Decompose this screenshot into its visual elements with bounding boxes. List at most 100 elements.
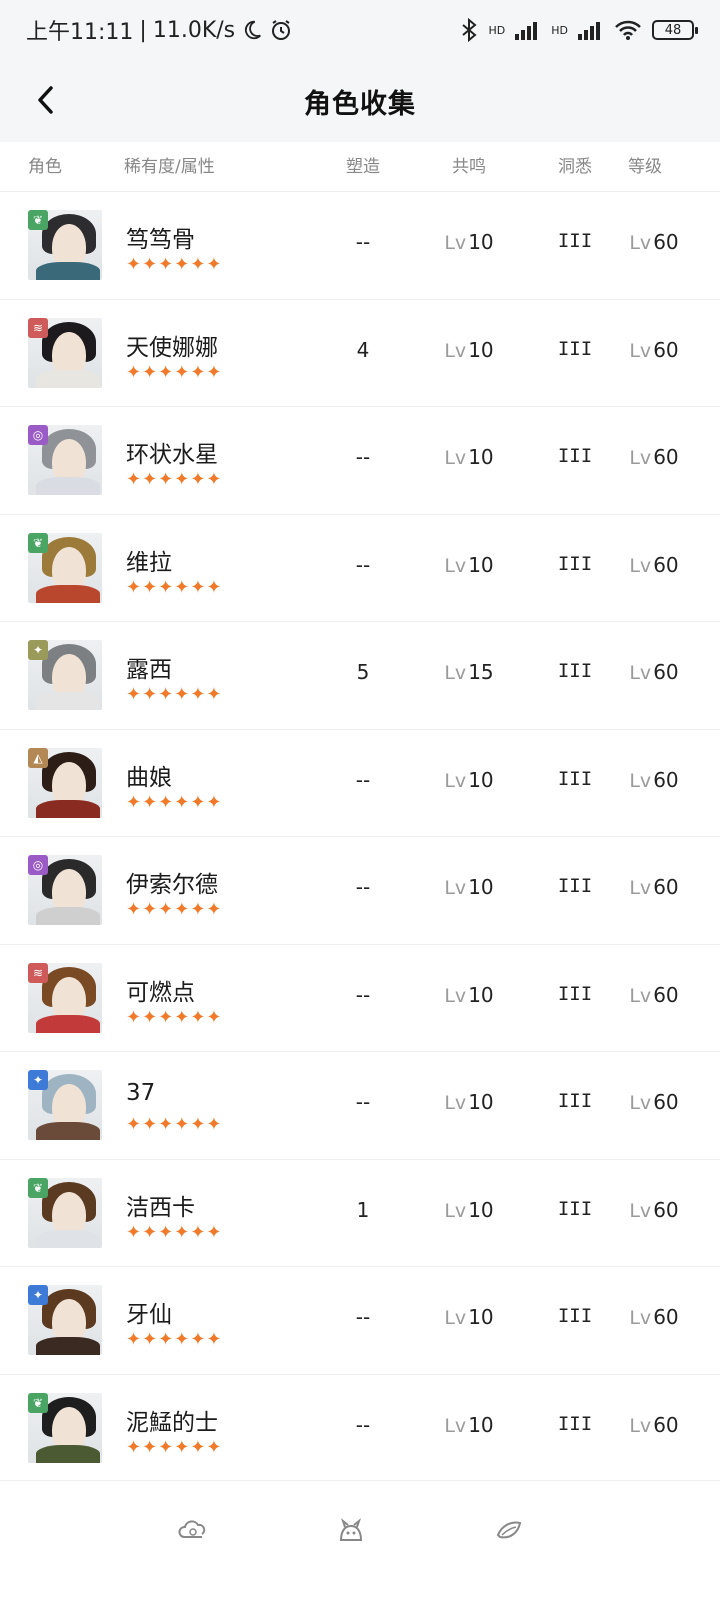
- status-left: 上午11:11 | 11.0K/s: [26, 14, 293, 46]
- status-bar: 上午11:11 | 11.0K/s HD HD 48: [0, 0, 720, 60]
- character-row[interactable]: ✦ 牙仙 ✦✦✦✦✦✦ -- Lv 10 III Lv 60: [0, 1267, 720, 1375]
- shape-value: 1: [356, 1197, 370, 1222]
- character-row[interactable]: ❦ 泥鯭的士 ✦✦✦✦✦✦ -- Lv 10 III Lv 60: [0, 1375, 720, 1482]
- status-time: 上午11:11: [26, 20, 134, 45]
- chevron-left-icon: [38, 86, 53, 114]
- avatar-clothing: [36, 1444, 100, 1463]
- resonance-number: 10: [468, 982, 494, 1007]
- resonance-prefix: Lv: [444, 554, 467, 577]
- character-avatar[interactable]: ≋: [28, 962, 102, 1033]
- insight-value: III: [557, 230, 593, 252]
- level-number: 60: [653, 230, 679, 254]
- character-row[interactable]: ❦ 洁西卡 ✦✦✦✦✦✦ 1 Lv 10 III Lv 60: [0, 1160, 720, 1267]
- column-resonance[interactable]: 共鸣: [452, 152, 486, 177]
- character-avatar[interactable]: ❦: [28, 1177, 102, 1248]
- rarity-stars: ✦✦✦✦✦✦: [126, 576, 223, 598]
- back-button[interactable]: [28, 82, 64, 118]
- cloud-icon[interactable]: [176, 1513, 210, 1547]
- character-row[interactable]: ◭ 曲娘 ✦✦✦✦✦✦ -- Lv 10 III Lv 60: [0, 730, 720, 837]
- character-avatar[interactable]: ≋: [28, 317, 102, 388]
- character-row[interactable]: ◎ 环状水星 ✦✦✦✦✦✦ -- Lv 10 III Lv 60: [0, 407, 720, 515]
- resonance-prefix: Lv: [444, 984, 467, 1007]
- level-number: 60: [653, 660, 679, 684]
- creature-icon[interactable]: [334, 1513, 368, 1547]
- avatar-clothing: [36, 1337, 100, 1355]
- character-row[interactable]: ✦ 37 ✦✦✦✦✦✦ -- Lv 10 III Lv 60: [0, 1052, 720, 1160]
- shape-value: 4: [356, 337, 370, 362]
- rarity-stars: ✦✦✦✦✦✦: [126, 1114, 223, 1135]
- character-name: 洁西卡: [126, 1194, 195, 1221]
- level-number: 60: [653, 1305, 679, 1329]
- rarity-stars: ✦✦✦✦✦✦: [126, 791, 223, 813]
- character-row[interactable]: ❦ 笃笃骨 ✦✦✦✦✦✦ -- Lv 10 III Lv 60: [0, 192, 720, 300]
- leaf-icon[interactable]: [492, 1513, 526, 1547]
- insight-value: III: [557, 875, 593, 897]
- level-value: Lv 60: [615, 553, 693, 577]
- level-value: Lv 60: [615, 1413, 693, 1437]
- signal-icon-2: [578, 22, 600, 40]
- signal-hd-label-1: HD: [488, 23, 506, 37]
- avatar-clothing: [36, 1122, 100, 1140]
- character-row[interactable]: ❦ 维拉 ✦✦✦✦✦✦ -- Lv 10 III Lv 60: [0, 515, 720, 622]
- character-avatar[interactable]: ◎: [28, 425, 102, 495]
- avatar-clothing: [36, 907, 100, 925]
- level-number: 60: [653, 552, 679, 577]
- attribute-star-icon: ✦: [28, 1285, 48, 1305]
- attribute-plant-icon: ❦: [28, 532, 48, 553]
- resonance-prefix: Lv: [444, 1414, 467, 1437]
- character-row[interactable]: ≋ 天使娜娜 ✦✦✦✦✦✦ 4 Lv 10 III Lv 60: [0, 300, 720, 407]
- resonance-number: 10: [468, 767, 494, 792]
- column-insight[interactable]: 洞悉: [558, 152, 592, 177]
- character-avatar[interactable]: ✦: [28, 1285, 102, 1355]
- resonance-value: Lv 10: [430, 768, 508, 792]
- resonance-prefix: Lv: [444, 662, 467, 684]
- column-level[interactable]: 等级: [628, 152, 662, 177]
- character-avatar[interactable]: ◎: [28, 855, 102, 925]
- attribute-star-icon: ✦: [28, 640, 48, 660]
- level-number: 60: [653, 767, 679, 792]
- resonance-number: 10: [468, 1197, 494, 1222]
- insight-value: III: [557, 1412, 593, 1435]
- resonance-value: Lv 10: [430, 875, 508, 899]
- rarity-stars: ✦✦✦✦✦✦: [126, 899, 223, 920]
- character-avatar[interactable]: ✦: [28, 1070, 102, 1140]
- column-shape[interactable]: 塑造: [346, 152, 380, 177]
- insight-value: III: [557, 1197, 593, 1220]
- avatar-clothing: [36, 477, 100, 495]
- character-name: 可燃点: [126, 979, 195, 1006]
- character-avatar[interactable]: ◭: [28, 747, 102, 818]
- character-avatar[interactable]: ❦: [28, 210, 102, 280]
- resonance-value: Lv 10: [430, 1305, 508, 1329]
- level-prefix: Lv: [629, 339, 652, 362]
- character-avatar[interactable]: ✦: [28, 640, 102, 710]
- level-value: Lv 60: [615, 1090, 693, 1114]
- level-value: Lv 60: [615, 768, 693, 792]
- character-row[interactable]: ◎ 伊索尔德 ✦✦✦✦✦✦ -- Lv 10 III Lv 60: [0, 837, 720, 945]
- character-name: 伊索尔德: [126, 872, 218, 898]
- level-value: Lv 60: [615, 983, 693, 1007]
- level-value: Lv 60: [615, 338, 693, 362]
- character-row[interactable]: ✦ 露西 ✦✦✦✦✦✦ 5 Lv 15 III Lv 60: [0, 622, 720, 730]
- insight-value: III: [557, 1305, 593, 1327]
- attribute-plant-icon: ❦: [28, 210, 48, 230]
- character-avatar[interactable]: ❦: [28, 1392, 102, 1463]
- rarity-stars: ✦✦✦✦✦✦: [126, 1436, 223, 1458]
- shape-value: --: [355, 1090, 371, 1114]
- rarity-stars: ✦✦✦✦✦✦: [126, 684, 223, 705]
- character-avatar[interactable]: ❦: [28, 532, 102, 603]
- level-prefix: Lv: [629, 662, 652, 684]
- rarity-stars: ✦✦✦✦✦✦: [126, 1006, 223, 1028]
- resonance-value: Lv 10: [430, 1090, 508, 1114]
- level-prefix: Lv: [629, 877, 652, 899]
- insight-value: III: [557, 337, 593, 360]
- level-prefix: Lv: [629, 447, 652, 469]
- resonance-number: 10: [468, 552, 494, 577]
- level-number: 60: [653, 1412, 679, 1437]
- resonance-number: 10: [468, 1305, 494, 1329]
- insight-value: III: [557, 552, 593, 575]
- level-value: Lv 60: [615, 875, 693, 899]
- column-header-row: 角色 稀有度/属性 塑造 共鸣 洞悉 等级: [0, 142, 720, 192]
- rarity-stars: ✦✦✦✦✦✦: [126, 254, 223, 275]
- character-row[interactable]: ≋ 可燃点 ✦✦✦✦✦✦ -- Lv 10 III Lv 60: [0, 945, 720, 1052]
- resonance-prefix: Lv: [444, 339, 467, 362]
